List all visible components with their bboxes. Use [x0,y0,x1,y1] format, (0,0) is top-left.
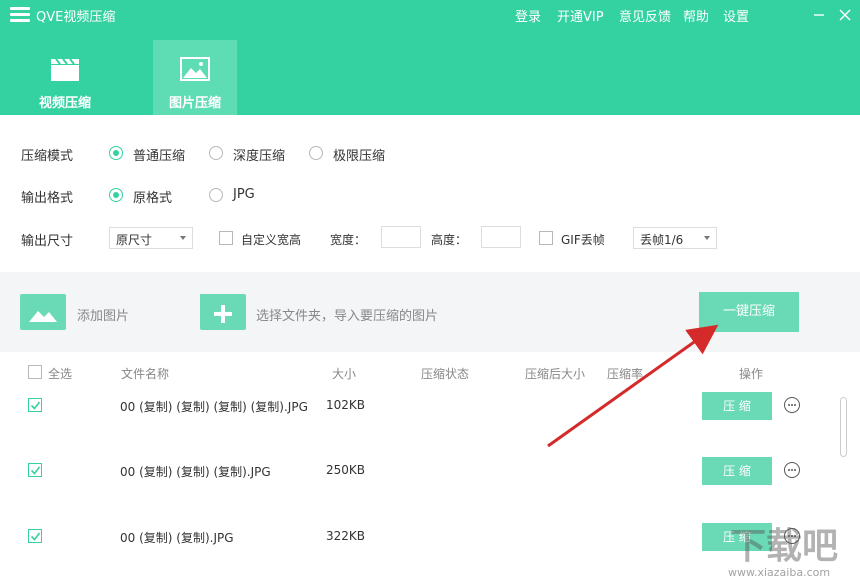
compress-button[interactable]: 压 缩 [702,457,772,485]
settings-link[interactable]: 设置 [723,6,749,25]
col-header-status: 压缩状态 [421,367,470,381]
clapperboard-icon [51,58,79,81]
file-name: 00 (复制) (复制) (复制) (复制).JPG [120,400,308,414]
mode-normal-radio[interactable] [109,146,123,160]
format-jpg-radio[interactable] [209,188,223,202]
height-input[interactable] [481,226,521,248]
add-folder-button[interactable]: 选择文件夹，导入要压缩的图片 [256,305,438,324]
more-icon[interactable] [784,462,800,478]
select-all-checkbox[interactable] [28,365,42,379]
size-select[interactable]: 原尺寸 [109,227,193,249]
feedback-link[interactable]: 意见反馈 [619,6,671,25]
watermark-text: 下载吧 [730,526,838,567]
custom-size-label: 自定义宽高 [241,233,302,247]
title-bar: QVE视频压缩 登录 开通VIP 意见反馈 帮助 设置 [0,0,860,30]
vip-link[interactable]: 开通VIP [557,6,604,25]
custom-size-checkbox[interactable] [219,231,233,245]
width-input[interactable] [381,226,421,248]
close-icon[interactable] [833,3,857,27]
help-link[interactable]: 帮助 [683,6,709,25]
more-icon[interactable] [784,397,800,413]
mode-deep-label: 深度压缩 [233,149,286,164]
format-original-radio[interactable] [109,188,123,202]
gif-drop-select[interactable]: 丢帧1/6 [633,227,717,249]
tab-image-compress[interactable]: 图片压缩 [153,40,237,115]
col-header-size: 大小 [332,367,357,381]
row-checkbox[interactable] [28,463,42,477]
add-image-icon[interactable] [20,294,66,330]
format-jpg-label: JPG [233,187,255,202]
login-link[interactable]: 登录 [515,6,541,25]
chevron-down-icon [180,236,186,240]
format-original-label: 原格式 [133,191,173,206]
col-header-after-size: 压缩后大小 [525,367,586,381]
mode-label: 压缩模式 [21,149,74,164]
add-folder-icon[interactable] [200,294,246,330]
chevron-down-icon [704,236,710,240]
file-name: 00 (复制) (复制) (复制).JPG [120,465,271,479]
import-toolbar: 添加图片 选择文件夹，导入要压缩的图片 一键压缩 [0,272,860,352]
row-checkbox[interactable] [28,529,42,543]
mode-deep-radio[interactable] [209,146,223,160]
height-label: 高度： [431,233,468,247]
add-image-button[interactable]: 添加图片 [77,305,129,324]
col-header-ratio: 压缩率 [607,367,644,381]
watermark-url: www.xiazaiba.com [728,566,830,578]
width-label: 宽度： [330,233,367,247]
app-title: QVE视频压缩 [36,10,116,25]
file-size: 102KB [326,398,366,412]
col-header-action: 操作 [739,367,764,381]
gif-drop-label: GIF丢帧 [561,233,605,247]
tab-video-compress[interactable]: 视频压缩 [23,40,107,115]
header-bar: QVE视频压缩 登录 开通VIP 意见反馈 帮助 设置 视频压缩 图片压缩 [0,0,860,115]
scrollbar[interactable] [840,397,847,457]
col-header-name: 文件名称 [121,367,170,381]
compress-all-button[interactable]: 一键压缩 [699,292,799,332]
select-all-label: 全选 [48,367,73,381]
file-name: 00 (复制) (复制).JPG [120,531,234,545]
gif-drop-select-value: 丢帧1/6 [640,233,684,247]
mode-extreme-label: 极限压缩 [333,149,386,164]
mode-normal-label: 普通压缩 [133,149,186,164]
size-select-value: 原尺寸 [116,233,153,247]
compress-button[interactable]: 压 缩 [702,392,772,420]
file-size: 250KB [326,463,366,477]
mode-extreme-radio[interactable] [309,146,323,160]
tab-label: 视频压缩 [38,96,91,111]
tab-label: 图片压缩 [168,96,221,111]
app-logo-icon [10,7,30,23]
size-label: 输出尺寸 [21,234,74,249]
image-icon [180,57,210,81]
format-label: 输出格式 [21,191,74,206]
minimize-icon[interactable] [807,3,831,27]
row-checkbox[interactable] [28,398,42,412]
file-size: 322KB [326,529,366,543]
watermark-logo: 下载吧 www.xiazaiba.com [690,518,858,579]
gif-drop-checkbox[interactable] [539,231,553,245]
